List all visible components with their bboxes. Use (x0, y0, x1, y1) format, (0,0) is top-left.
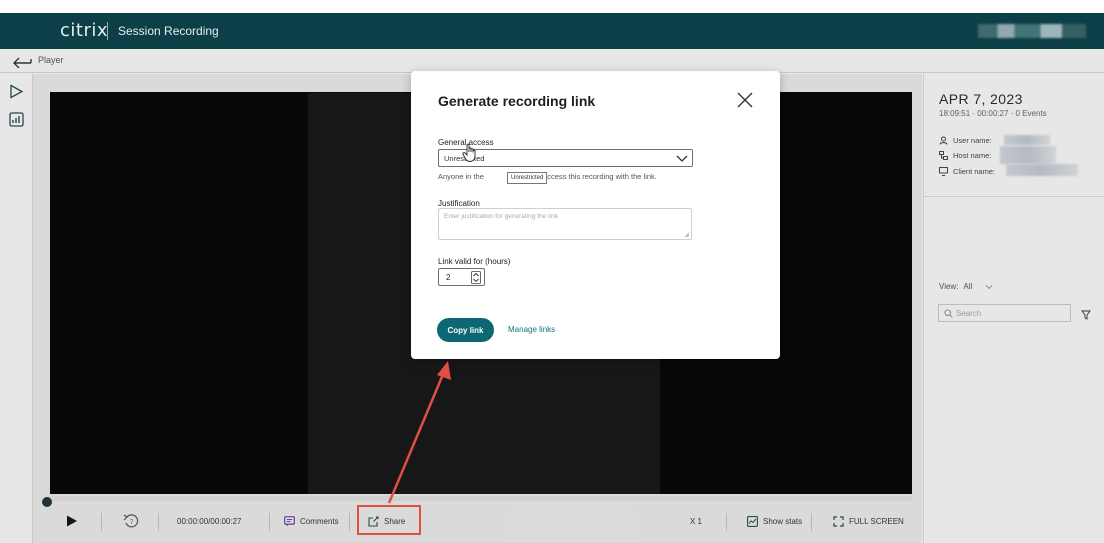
dialog-title: Generate recording link (438, 93, 596, 109)
share-highlight-box (357, 505, 421, 535)
header-divider (107, 22, 108, 40)
manage-links-link[interactable]: Manage links (508, 325, 555, 334)
session-recording-player: citrix Session Recording Player 7 00:00:… (0, 0, 1104, 543)
stepper-arrows-icon[interactable] (471, 271, 481, 284)
chevron-down-icon (676, 155, 688, 162)
link-valid-hours-stepper[interactable]: 2 (438, 268, 485, 286)
tooltip: Unrestricted (507, 172, 548, 184)
justification-label: Justification (438, 199, 480, 208)
user-menu-redacted[interactable] (978, 24, 1086, 38)
close-icon[interactable] (736, 91, 754, 109)
general-access-help: Anyone in the organization can access th… (438, 172, 657, 181)
justification-textarea[interactable]: Enter justification for generating the l… (438, 208, 692, 240)
copy-link-button[interactable]: Copy link (437, 318, 494, 342)
help-text-start: Anyone in the (438, 172, 484, 181)
app-header: citrix Session Recording (0, 13, 1104, 49)
citrix-logo: citrix (60, 20, 109, 41)
hand-cursor-icon (462, 143, 478, 168)
help-text-end: access this recording with the link. (543, 172, 657, 181)
justification-placeholder: Enter justification for generating the l… (444, 213, 558, 220)
product-name: Session Recording (118, 24, 219, 38)
link-valid-value: 2 (446, 272, 451, 282)
link-valid-label: Link valid for (hours) (438, 257, 511, 266)
resize-grip-icon[interactable] (684, 232, 689, 237)
generate-link-dialog: Generate recording link General access U… (411, 71, 780, 359)
